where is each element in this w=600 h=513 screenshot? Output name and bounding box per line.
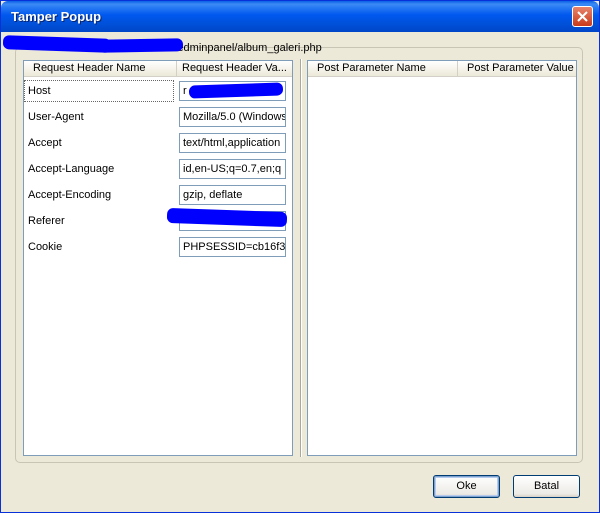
column-header-label: Post Parameter Name	[317, 62, 426, 74]
header-name-host: Host	[28, 85, 51, 97]
window-title: Tamper Popup	[11, 9, 102, 24]
request-url-path: ledminpanel/album_galeri.php	[175, 42, 322, 54]
close-icon	[577, 11, 588, 22]
tamper-popup-window: Tamper Popup ledminpanel/album_galeri.ph…	[0, 0, 600, 513]
header-value-cookie-field[interactable]: PHPSESSID=cb16f30	[179, 237, 286, 257]
column-header-request-header-name[interactable]: Request Header Name	[24, 61, 177, 77]
pane-splitter[interactable]	[300, 59, 302, 457]
post-parameters-table[interactable]: Post Parameter Name Post Parameter Value	[307, 60, 577, 456]
header-name-cookie: Cookie	[28, 241, 63, 253]
cancel-button[interactable]: Batal	[513, 475, 580, 498]
url-redaction	[98, 38, 184, 53]
title-bar[interactable]: Tamper Popup	[1, 1, 599, 32]
header-name-user-agent: User-Agent	[28, 111, 84, 123]
close-button[interactable]	[572, 6, 593, 27]
column-header-label: Request Header Name	[33, 62, 146, 74]
header-name-accept: Accept	[28, 137, 62, 149]
column-header-label: Post Parameter Value	[467, 62, 574, 74]
header-value-accept-field[interactable]: text/html,application	[179, 133, 286, 153]
header-name-referer: Referer	[28, 215, 65, 227]
header-name-accept-language: Accept-Language	[28, 163, 115, 175]
column-header-post-parameter-name[interactable]: Post Parameter Name	[308, 61, 458, 77]
header-value-accept-language-field[interactable]: id,en-US;q=0.7,en;q	[179, 159, 286, 179]
header-value-user-agent-field[interactable]: Mozilla/5.0 (Windows	[179, 107, 286, 127]
column-header-label: Request Header Va...	[182, 62, 287, 74]
header-name-accept-encoding: Accept-Encoding	[28, 189, 112, 201]
column-header-post-parameter-value[interactable]: Post Parameter Value	[458, 61, 576, 77]
column-header-request-header-value[interactable]: Request Header Va...	[177, 61, 292, 77]
ok-button[interactable]: Oke	[433, 475, 500, 498]
header-value-accept-encoding-field[interactable]: gzip, deflate	[179, 185, 286, 205]
